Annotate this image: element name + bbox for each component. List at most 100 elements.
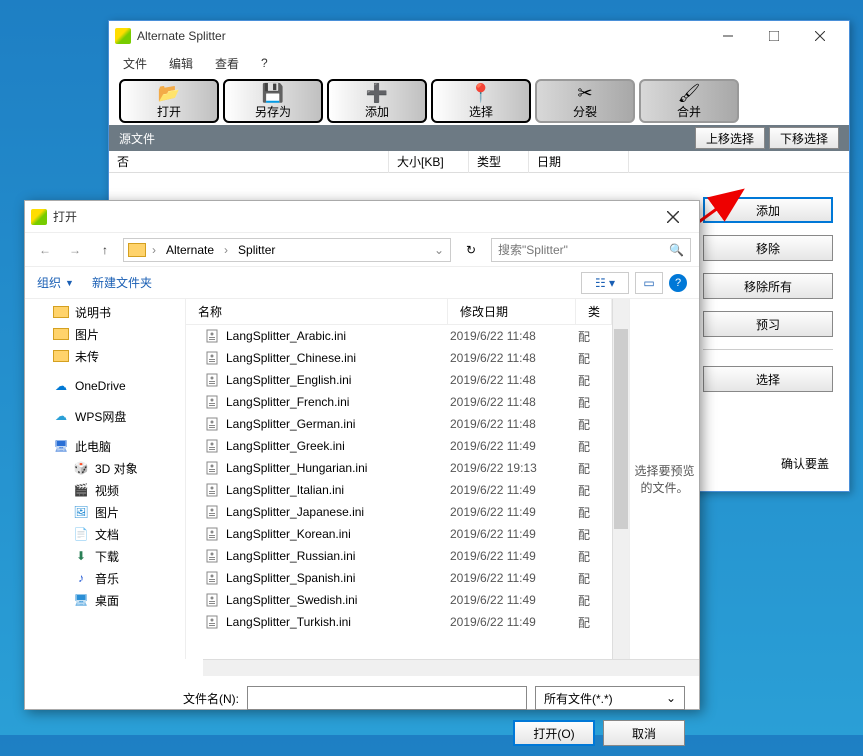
wps-icon: ☁ [53, 408, 69, 424]
toolbar-打开-button[interactable]: 📂打开 [119, 79, 219, 123]
toolbar-icon: 📍 [470, 83, 492, 103]
menu-view[interactable]: 查看 [211, 53, 243, 74]
nav-forward-button[interactable]: → [63, 238, 87, 262]
dropdown-icon[interactable]: ⌄ [432, 243, 446, 257]
col-type[interactable]: 类型 [469, 151, 529, 173]
header-name[interactable]: 名称 [186, 299, 448, 325]
preview-pane: 选择要预览的文件。 [629, 299, 699, 659]
file-date: 2019/6/22 11:48 [450, 329, 578, 343]
file-row[interactable]: LangSplitter_German.ini2019/6/22 11:48配 [186, 413, 612, 435]
chevron-icon[interactable]: › [222, 243, 230, 257]
refresh-button[interactable]: ↻ [457, 238, 485, 262]
onedrive-icon: ☁ [53, 378, 69, 394]
organize-menu[interactable]: 组织 [37, 274, 61, 291]
file-date: 2019/6/22 11:48 [450, 417, 578, 431]
file-date: 2019/6/22 11:49 [450, 571, 578, 585]
new-folder-button[interactable]: 新建文件夹 [92, 274, 152, 291]
remove-all-button[interactable]: 移除所有 [703, 273, 833, 299]
file-row[interactable]: LangSplitter_Greek.ini2019/6/22 11:49配 [186, 435, 612, 457]
file-filter-select[interactable]: 所有文件(*.*)⌄ [535, 686, 685, 710]
pics-icon: 🖼 [73, 504, 89, 520]
tree-node-OneDrive[interactable]: ☁OneDrive [25, 375, 185, 397]
file-row[interactable]: LangSplitter_Japanese.ini2019/6/22 11:49… [186, 501, 612, 523]
cancel-button[interactable]: 取消 [603, 720, 685, 746]
dialog-close-button[interactable] [653, 203, 693, 231]
tree-label: 下载 [95, 548, 119, 565]
col-date[interactable]: 日期 [529, 151, 629, 173]
help-button[interactable]: ? [669, 274, 687, 292]
header-date[interactable]: 修改日期 [448, 299, 576, 325]
tree-node-音乐[interactable]: ♪音乐 [25, 567, 185, 589]
file-row[interactable]: LangSplitter_Russian.ini2019/6/22 11:49配 [186, 545, 612, 567]
file-row[interactable]: LangSplitter_Spanish.ini2019/6/22 11:49配 [186, 567, 612, 589]
tree-node-视频[interactable]: 🎬视频 [25, 479, 185, 501]
move-up-button[interactable]: 上移选择 [695, 127, 765, 149]
move-down-button[interactable]: 下移选择 [769, 127, 839, 149]
add-button[interactable]: 添加 [703, 197, 833, 223]
tree-node-WPS网盘[interactable]: ☁WPS网盘 [25, 405, 185, 427]
tree-node-说明书[interactable]: 说明书 [25, 301, 185, 323]
toolbar-分裂-button: ✂分裂 [535, 79, 635, 123]
remove-button[interactable]: 移除 [703, 235, 833, 261]
nav-back-button[interactable]: ← [33, 238, 57, 262]
breadcrumb[interactable]: Alternate [162, 243, 218, 257]
file-row[interactable]: LangSplitter_Italian.ini2019/6/22 11:49配 [186, 479, 612, 501]
maximize-button[interactable] [751, 21, 797, 51]
scrollbar-thumb[interactable] [614, 329, 628, 529]
col-size[interactable]: 大小[KB] [389, 151, 469, 173]
breadcrumb[interactable]: Splitter [234, 243, 279, 257]
menu-edit[interactable]: 编辑 [165, 53, 197, 74]
menu-file[interactable]: 文件 [119, 53, 151, 74]
file-type: 配 [578, 460, 590, 477]
tree-node-图片[interactable]: 🖼图片 [25, 501, 185, 523]
header-type[interactable]: 类 [576, 299, 612, 325]
address-bar[interactable]: › Alternate › Splitter ⌄ [123, 238, 451, 262]
file-name: LangSplitter_Korean.ini [226, 527, 450, 541]
tree-node-图片[interactable]: 图片 [25, 323, 185, 345]
main-titlebar[interactable]: Alternate Splitter [109, 21, 849, 51]
file-row[interactable]: LangSplitter_Chinese.ini2019/6/22 11:48配 [186, 347, 612, 369]
toolbar-icon: 🖌 [678, 83, 701, 103]
col-no[interactable]: 否 [109, 151, 389, 173]
tree-node-未传[interactable]: 未传 [25, 345, 185, 367]
horizontal-scrollbar[interactable] [203, 659, 699, 676]
toolbar-添加-button[interactable]: ➕添加 [327, 79, 427, 123]
tree-node-此电脑[interactable]: 🖥此电脑 [25, 435, 185, 457]
tree-node-桌面[interactable]: 🖥桌面 [25, 589, 185, 611]
dialog-titlebar[interactable]: 打开 [25, 201, 699, 233]
toolbar-另存为-button[interactable]: 💾另存为 [223, 79, 323, 123]
file-row[interactable]: LangSplitter_Arabic.ini2019/6/22 11:48配 [186, 325, 612, 347]
vertical-scrollbar[interactable] [612, 299, 629, 659]
preview-pane-button[interactable]: ▭ [635, 272, 663, 294]
file-row[interactable]: LangSplitter_English.ini2019/6/22 11:48配 [186, 369, 612, 391]
open-file-button[interactable]: 打开(O) [513, 720, 595, 746]
tree-node-3D 对象[interactable]: 🎲3D 对象 [25, 457, 185, 479]
search-input[interactable]: 搜索"Splitter" 🔍 [491, 238, 691, 262]
filename-input[interactable] [247, 686, 527, 710]
file-row[interactable]: LangSplitter_Korean.ini2019/6/22 11:49配 [186, 523, 612, 545]
toolbar-选择-button[interactable]: 📍选择 [431, 79, 531, 123]
tree-node-文档[interactable]: 📄文档 [25, 523, 185, 545]
preview-button[interactable]: 预习 [703, 311, 833, 337]
close-button[interactable] [797, 21, 843, 51]
file-name: LangSplitter_German.ini [226, 417, 450, 431]
chevron-icon[interactable]: › [150, 243, 158, 257]
nav-up-button[interactable]: ↑ [93, 238, 117, 262]
file-row[interactable]: LangSplitter_Hungarian.ini2019/6/22 19:1… [186, 457, 612, 479]
view-options-button[interactable]: ☷ ▾ [581, 272, 629, 294]
menu-help[interactable]: ? [257, 54, 272, 72]
choose-button[interactable]: 选择 [703, 366, 833, 392]
file-row[interactable]: LangSplitter_Turkish.ini2019/6/22 11:49配 [186, 611, 612, 633]
dialog-title: 打开 [53, 208, 653, 225]
separator [703, 349, 833, 350]
dialog-footer: 文件名(N): 所有文件(*.*)⌄ 打开(O) 取消 [25, 676, 699, 756]
minimize-button[interactable] [705, 21, 751, 51]
folder-tree[interactable]: 说明书图片未传 ☁OneDrive ☁WPS网盘 🖥此电脑🎲3D 对象🎬视频🖼图片📄文… [25, 299, 186, 659]
dropdown-icon[interactable]: ▼ [65, 278, 74, 288]
file-row[interactable]: LangSplitter_French.ini2019/6/22 11:48配 [186, 391, 612, 413]
file-open-dialog: 打开 ← → ↑ › Alternate › Splitter ⌄ ↻ 搜索"S… [24, 200, 700, 710]
file-row[interactable]: LangSplitter_Swedish.ini2019/6/22 11:49配 [186, 589, 612, 611]
toolbar-icon: 💾 [262, 83, 284, 103]
file-list[interactable]: 名称 修改日期 类 LangSplitter_Arabic.ini2019/6/… [186, 299, 612, 659]
tree-node-下载[interactable]: ⬇下载 [25, 545, 185, 567]
